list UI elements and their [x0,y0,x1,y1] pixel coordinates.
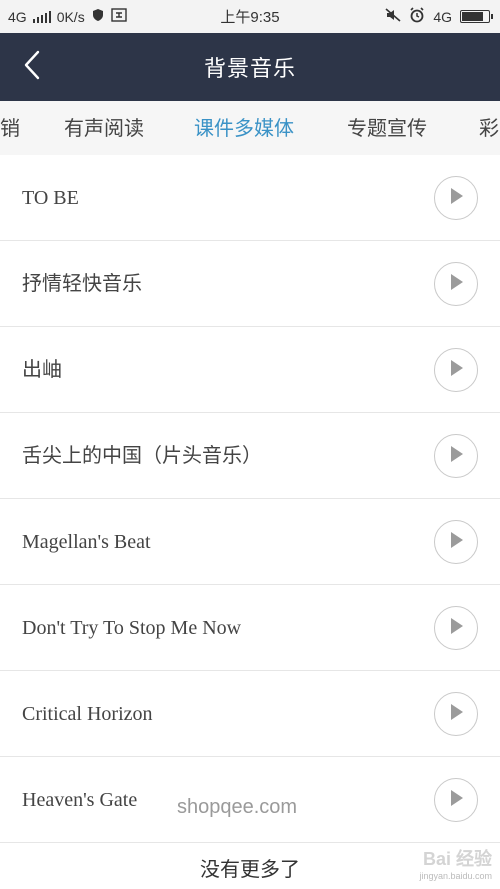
play-button[interactable] [434,606,478,650]
tab-audio-reading[interactable]: 有声阅读 [64,101,144,155]
tab-courseware-multimedia[interactable]: 课件多媒体 [194,101,294,155]
song-title: Don't Try To Stop Me Now [22,617,242,639]
screenshot-icon [111,8,127,25]
play-icon [447,358,465,382]
list-item[interactable]: 舌尖上的中国（片头音乐） [0,413,500,499]
baidu-watermark-main: Bai 经验 [422,849,492,869]
tab-partial-right[interactable]: 彩 [479,101,499,155]
chevron-left-icon [22,49,42,85]
play-icon [447,702,465,726]
alarm-icon [409,7,425,26]
list-item[interactable]: Critical Horizon [0,671,500,757]
song-title: TO BE [22,187,79,209]
network-speed: 0K/s [56,8,85,25]
shop-watermark: shopqee.com [177,796,298,818]
network-type-right: 4G [433,8,452,25]
play-icon [447,186,465,210]
song-title: 出岫 [22,359,62,381]
play-icon [447,272,465,296]
play-button[interactable] [434,348,478,392]
play-button[interactable] [434,778,478,822]
play-button[interactable] [434,434,478,478]
list-item[interactable]: Don't Try To Stop Me Now [0,585,500,671]
list-item[interactable]: Magellan's Beat [0,499,500,585]
battery-icon [460,10,493,23]
signal-icon [32,10,51,23]
list-item[interactable]: 抒情轻快音乐 [0,241,500,327]
song-title: 抒情轻快音乐 [22,273,142,295]
song-title: Magellan's Beat [22,531,151,553]
baidu-watermark-sub: jingyan.baidu.com [419,871,492,881]
status-right: 4G [385,0,493,33]
category-tabs: 销 有声阅读 课件多媒体 专题宣传 彩 [0,101,500,155]
tab-partial-left[interactable]: 销 [0,101,20,155]
back-button[interactable] [10,45,54,89]
network-type-label: 4G [8,8,27,25]
play-icon [447,616,465,640]
status-left: 4G 0K/s [8,0,127,33]
page-title: 背景音乐 [203,57,296,82]
shield-icon [91,8,105,25]
song-title: Critical Horizon [22,703,153,725]
tab-topic-promotion[interactable]: 专题宣传 [347,101,427,155]
list-item[interactable]: TO BE [0,155,500,241]
list-item[interactable]: 出岫 [0,327,500,413]
music-list: TO BE 抒情轻快音乐 出岫 舌尖上的中国（片头音乐） Magellan's … [0,155,500,843]
nav-bar: 背景音乐 [0,33,500,101]
play-button[interactable] [434,262,478,306]
play-icon [447,788,465,812]
play-button[interactable] [434,176,478,220]
play-icon [447,444,465,468]
play-button[interactable] [434,692,478,736]
mute-icon [385,8,401,25]
song-title: 舌尖上的中国（片头音乐） [22,445,262,467]
song-title: Heaven's Gate [22,789,138,811]
play-icon [447,530,465,554]
baidu-watermark: Bai 经验 jingyan.baidu.com [419,845,492,881]
status-bar: 4G 0K/s 上午9:35 4G [0,0,500,33]
play-button[interactable] [434,520,478,564]
